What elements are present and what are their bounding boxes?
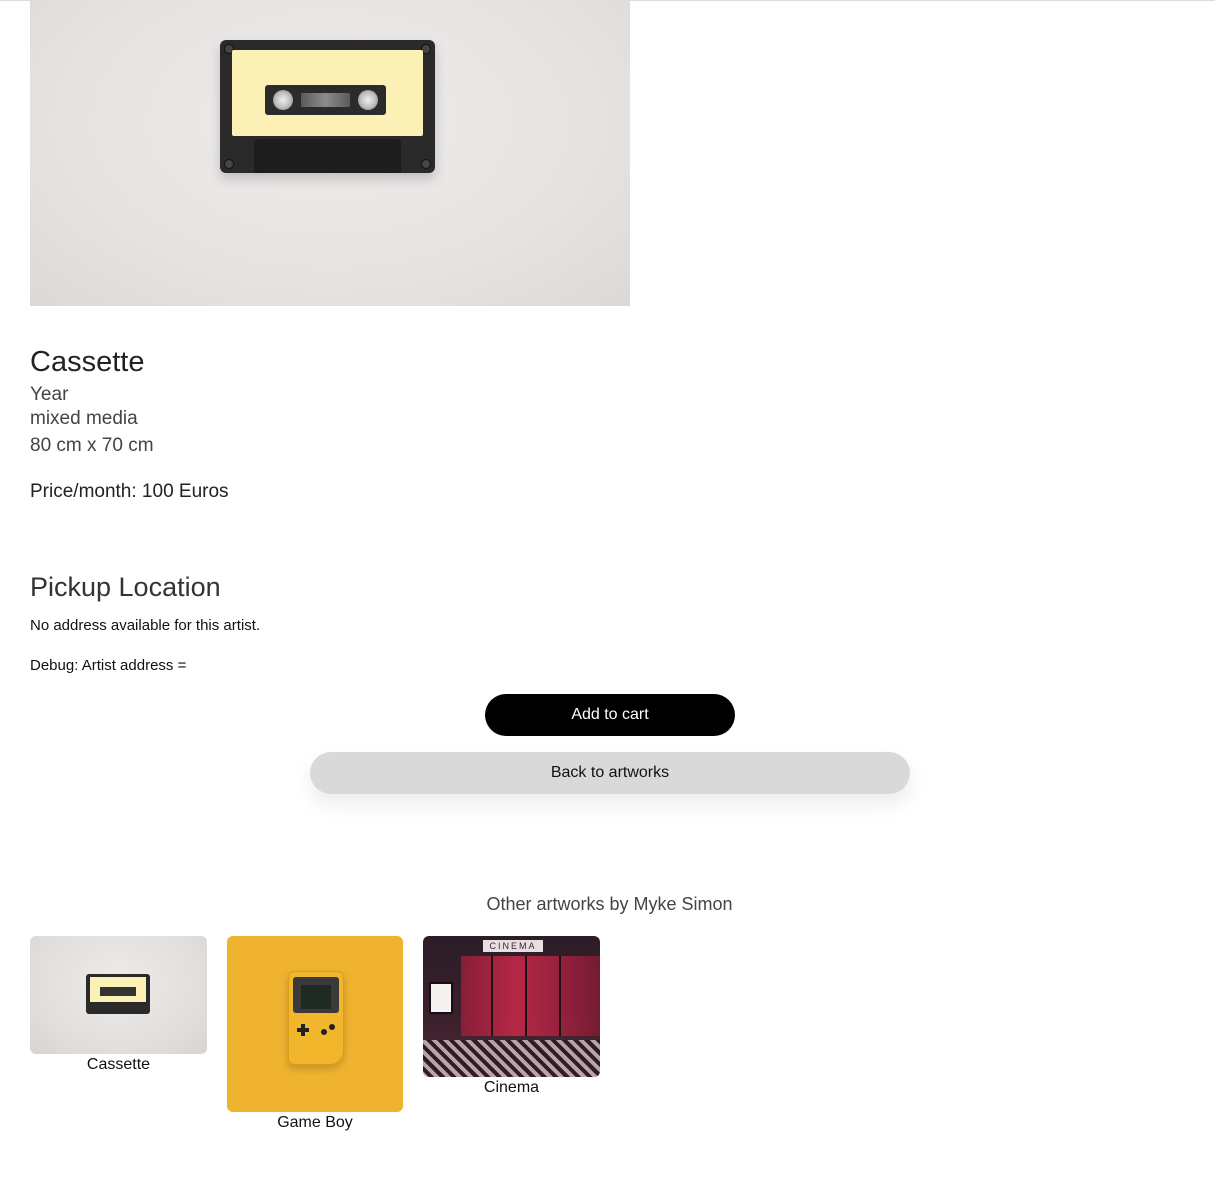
gameboy-a-button [329, 1024, 335, 1030]
cassette-window [265, 85, 386, 115]
artwork-thumbnail-cassette[interactable] [30, 936, 207, 1054]
artwork-medium: mixed media [30, 408, 138, 429]
reel [358, 90, 378, 110]
tiled-floor [423, 1040, 600, 1077]
artwork-dimensions: 80 cm x 70 cm [30, 435, 154, 456]
artwork-year: Year [30, 384, 69, 405]
artwork-caption-cassette[interactable]: Cassette [30, 1056, 207, 1074]
pickup-address-message: No address available for this artist. [30, 617, 261, 634]
back-to-artworks-button[interactable]: Back to artworks [310, 752, 910, 794]
gameboy-screen [301, 985, 331, 1009]
dpad-icon [297, 1024, 309, 1036]
window-frame [525, 956, 527, 1036]
cassette-bottom [254, 139, 401, 173]
cinema-window [461, 956, 600, 1036]
pickup-location-heading: Pickup Location [30, 572, 221, 602]
window-frame [491, 956, 493, 1036]
add-to-cart-button[interactable]: Add to cart [485, 694, 735, 736]
other-artworks-heading: Other artworks by Myke Simon [486, 894, 733, 914]
artwork-thumbnail-cinema[interactable]: CINEMA [423, 936, 600, 1077]
screw [421, 159, 431, 169]
cassette-illustration [220, 40, 435, 173]
artwork-image [30, 0, 630, 306]
gameboy-illustration [288, 971, 344, 1065]
cinema-poster [429, 982, 453, 1014]
reel [273, 90, 293, 110]
artwork-price: Price/month: 100 Euros [30, 481, 229, 502]
debug-artist-address: Debug: Artist address = [30, 657, 187, 674]
artwork-caption-game-boy[interactable]: Game Boy [227, 1114, 403, 1132]
tape [301, 93, 350, 107]
artwork-thumbnail-game-boy[interactable] [227, 936, 403, 1112]
artwork-caption-cinema[interactable]: Cinema [423, 1079, 600, 1097]
gameboy-screen-bezel [293, 977, 339, 1013]
cinema-sign: CINEMA [483, 940, 543, 952]
artwork-title: Cassette [30, 346, 145, 378]
gameboy-b-button [321, 1029, 327, 1035]
cassette-window [100, 987, 136, 996]
window-frame [559, 956, 561, 1036]
cassette-thumb-illustration [86, 974, 150, 1014]
screw [224, 159, 234, 169]
